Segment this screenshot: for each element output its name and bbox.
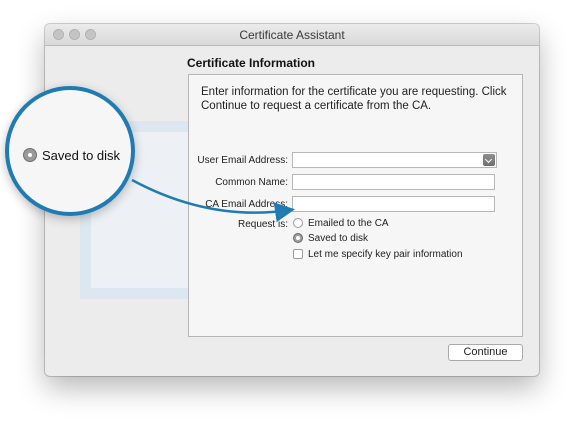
- window-title: Certificate Assistant: [239, 28, 345, 42]
- key-pair-checkbox-label: Let me specify key pair information: [308, 249, 463, 260]
- continue-button[interactable]: Continue: [448, 344, 523, 361]
- zoom-callout: Saved to disk: [5, 86, 135, 216]
- ca-email-field[interactable]: [292, 196, 495, 212]
- saved-to-disk-zoom-radio-icon: [23, 148, 37, 162]
- section-title: Certificate Information: [187, 56, 316, 70]
- common-name-label: Common Name:: [215, 177, 288, 188]
- title-bar: Certificate Assistant: [45, 24, 539, 46]
- form-panel: Enter information for the certificate yo…: [188, 74, 523, 337]
- chevron-down-icon[interactable]: [483, 154, 495, 166]
- ca-email-label: CA Email Address:: [205, 199, 288, 210]
- user-email-select[interactable]: [292, 152, 497, 168]
- intro-text: Enter information for the certificate yo…: [201, 86, 507, 112]
- key-pair-checkbox[interactable]: [293, 249, 303, 259]
- request-is-label: Request is:: [237, 219, 288, 230]
- common-name-field[interactable]: [292, 174, 495, 190]
- user-email-label: User Email Address:: [197, 155, 288, 166]
- callout-label: Saved to disk: [42, 148, 121, 163]
- saved-to-disk-radio[interactable]: [293, 233, 303, 243]
- emailed-to-ca-radio[interactable]: [293, 218, 303, 228]
- emailed-to-ca-label: Emailed to the CA: [308, 218, 389, 229]
- saved-to-disk-label: Saved to disk: [308, 233, 369, 244]
- certificate-assistant-window: Certificate Assistant Certificate Inform…: [45, 24, 539, 376]
